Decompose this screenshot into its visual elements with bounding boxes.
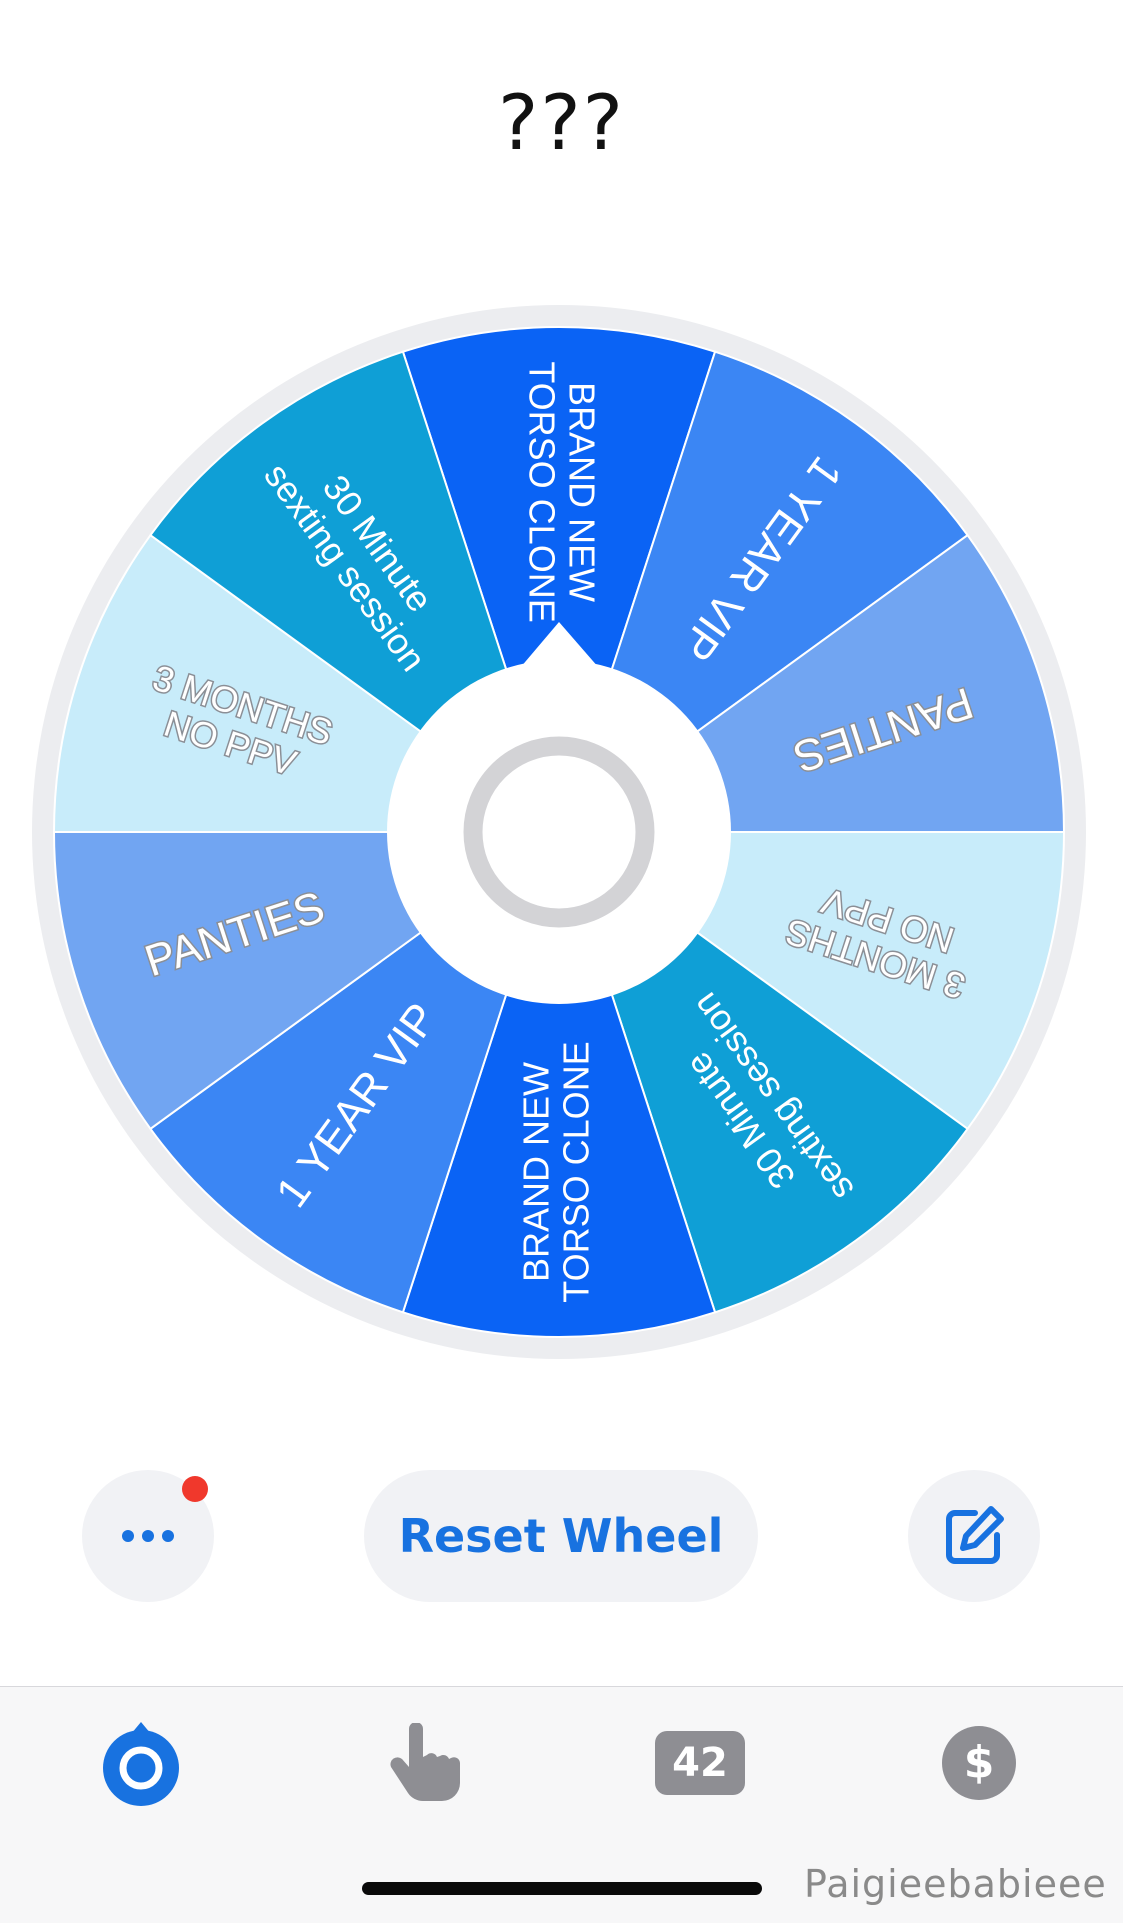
dollar-icon: $ [942, 1726, 1016, 1800]
home-indicator [362, 1882, 762, 1895]
ellipsis-icon [122, 1530, 174, 1542]
count-badge-icon: 42 [655, 1731, 745, 1795]
tab-tap[interactable] [378, 1718, 468, 1808]
notification-badge [182, 1476, 208, 1502]
wheel-segment-label: TORSO CLONE [556, 1041, 597, 1302]
edit-icon [946, 1506, 1004, 1564]
tab-wheel[interactable] [96, 1718, 186, 1808]
wheel-hub-disc [387, 660, 731, 1004]
wheel-graphic[interactable]: BRAND NEWTORSO CLONE 1 YEAR VIPPANTIES3 M… [0, 0, 1123, 1400]
tab-dollar[interactable]: $ [934, 1718, 1024, 1808]
spin-wheel[interactable]: BRAND NEW TORSO CLONE 1 YEAR VIP PANTIES 3 M… [0, 0, 1123, 1400]
wheel-segment-label: TORSO CLONE [521, 361, 562, 622]
hand-pointer-icon [390, 1723, 460, 1802]
reset-wheel-button[interactable]: Reset Wheel [364, 1470, 758, 1602]
edit-button[interactable] [908, 1470, 1040, 1602]
watermark: Paigieebabieee [804, 1862, 1107, 1906]
wheel-segment-label: BRAND NEW [562, 382, 603, 602]
tab-count[interactable]: 42 [655, 1718, 745, 1808]
wheel-icon [103, 1722, 179, 1806]
svg-text:$: $ [964, 1737, 995, 1788]
wheel-segment-label: BRAND NEW [515, 1062, 556, 1282]
